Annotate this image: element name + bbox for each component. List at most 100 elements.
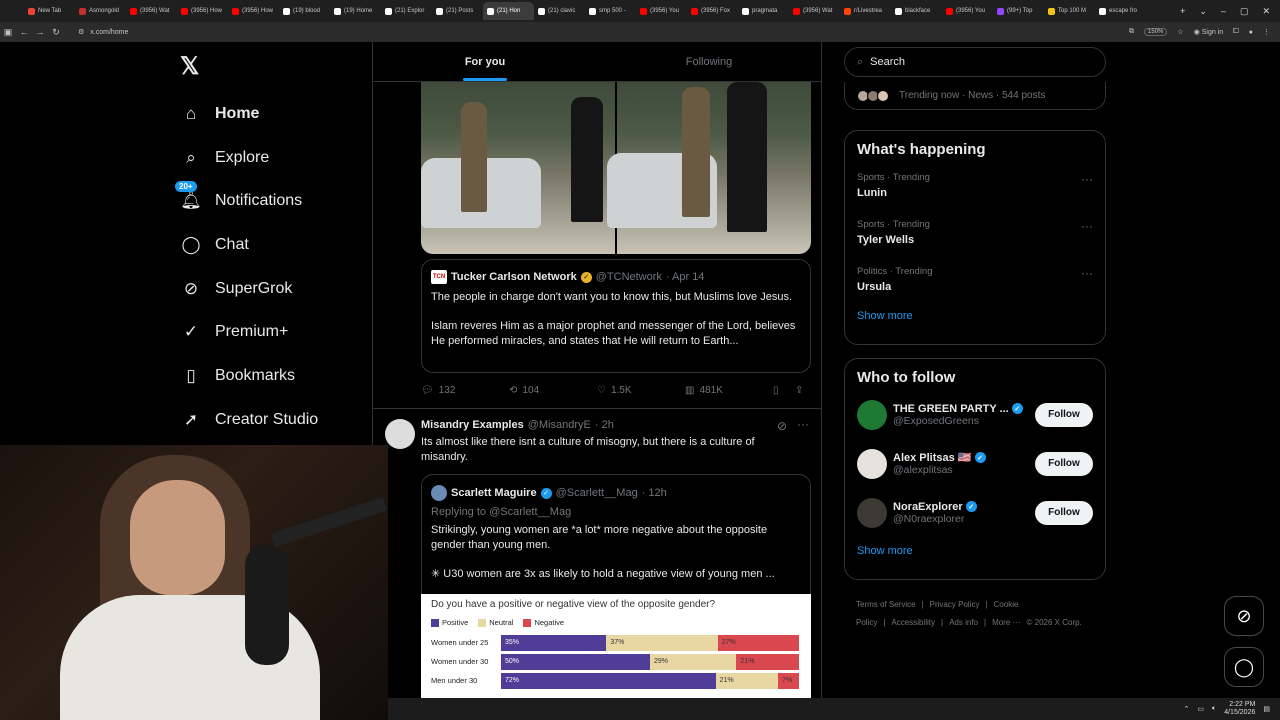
more-icon[interactable]: ··· — [797, 417, 809, 431]
trend-item[interactable]: Politics · Trending Ursula ··· — [845, 260, 1105, 307]
post-media[interactable] — [421, 82, 811, 254]
nav-item-creator-studio[interactable]: ➚ Creator Studio — [180, 398, 318, 442]
browser-tab[interactable]: (3956) Wat — [789, 2, 840, 20]
footer-link[interactable]: Ads info — [949, 618, 978, 627]
nav-item-premium[interactable]: ✓ Premium+ — [180, 310, 318, 354]
nav-item-bookmarks[interactable]: ▯ Bookmarks — [180, 354, 318, 398]
browser-tab[interactable]: (3956) Wat — [126, 2, 177, 20]
tab-for-you[interactable]: For you — [373, 42, 597, 81]
browser-tab[interactable]: Asmongold — [75, 2, 126, 20]
browser-tab[interactable]: (21) clavic — [534, 2, 585, 20]
follow-button[interactable]: Follow — [1035, 500, 1093, 525]
tab-following[interactable]: Following — [597, 42, 821, 81]
quoted-post[interactable]: Scarlett Maguire ✓ @Scarlett__Mag · 12h … — [421, 474, 811, 594]
browser-tab[interactable]: New Tab — [24, 2, 75, 20]
trending-now-card[interactable]: Trending now · News · 544 posts — [844, 82, 1106, 110]
more-icon[interactable]: ··· — [1081, 266, 1093, 280]
screenshot-icon[interactable]: ⧉ — [1129, 28, 1134, 36]
nav-item-supergrok[interactable]: ⊘ SuperGrok — [180, 267, 318, 311]
forward-icon[interactable]: → — [32, 27, 48, 37]
trend-item[interactable]: Sports · Trending Lunin ··· — [845, 166, 1105, 213]
quoted-post[interactable]: TCN Tucker Carlson Network ✓ @TCNetwork … — [421, 259, 811, 373]
reply-button[interactable]: 💬︎ 132 — [421, 385, 509, 396]
nav-item-chat[interactable]: ◯ Chat — [180, 223, 318, 267]
maximize-icon[interactable]: ▢ — [1240, 6, 1249, 17]
follow-suggestion[interactable]: NoraExplorer ✓ @N0raexplorer Follow — [845, 488, 1105, 537]
quote-author-name[interactable]: Scarlett Maguire — [451, 487, 537, 499]
nav-item-notifications[interactable]: 🔔︎ Notifications 20+ — [175, 179, 318, 223]
back-icon[interactable]: ← — [16, 27, 32, 37]
close-window-icon[interactable]: ✕ — [1262, 6, 1270, 17]
zoom-badge[interactable]: 150% — [1144, 28, 1168, 36]
grok-icon[interactable]: ⊘ — [777, 419, 787, 433]
share-icon[interactable]: ⇪ — [795, 385, 803, 396]
more-icon[interactable]: ··· — [1081, 219, 1093, 233]
new-tab-icon[interactable]: + — [1180, 6, 1185, 16]
footer-link[interactable]: © 2026 X Corp. — [1027, 618, 1082, 627]
nav-item-home[interactable]: ⌂ Home — [180, 92, 318, 136]
nav-item-explore[interactable]: ⌕ Explore — [180, 136, 318, 180]
sign-in-button[interactable]: ◉ Sign in — [1194, 28, 1223, 36]
avatar[interactable] — [857, 399, 887, 430]
post[interactable]: Misandry Examples @MisandryE · 2h ⊘ ··· … — [373, 408, 821, 463]
follow-suggestion[interactable]: Alex Plitsas 🇺🇸 ✓ @alexplitsas Follow — [845, 439, 1105, 488]
reload-icon[interactable]: ↻ — [48, 27, 64, 38]
footer-link[interactable]: Privacy Policy — [930, 600, 980, 609]
network-icon[interactable]: ▭ — [1197, 705, 1204, 713]
more-icon[interactable]: ··· — [1081, 172, 1093, 186]
volume-icon[interactable]: 🔈︎ — [1212, 705, 1216, 713]
avatar[interactable] — [857, 448, 887, 479]
url-text[interactable]: x.com/home — [90, 29, 128, 36]
quote-author-handle[interactable]: @Scarlett__Mag — [556, 487, 638, 499]
extensions-icon[interactable]: ⧠ — [1233, 28, 1239, 36]
browser-tab[interactable]: (21) Posts — [432, 2, 483, 20]
clock[interactable]: 2:22 PM 4/15/2026 — [1224, 701, 1255, 717]
notification-center-icon[interactable]: ▤ — [1263, 705, 1270, 713]
avatar[interactable] — [385, 419, 415, 449]
url-field[interactable]: ⚙ x.com/home — [78, 28, 1129, 37]
sidebar-toggle-icon[interactable]: ▣ — [0, 27, 16, 38]
browser-tab[interactable]: (3956) How — [177, 2, 228, 20]
views-button[interactable]: ▥ 481K — [685, 385, 773, 396]
repost-button[interactable]: ⟲ 104 — [509, 385, 597, 396]
bookmark-star-icon[interactable]: ☆ — [1177, 28, 1183, 36]
browser-tab[interactable]: (21) Explor — [381, 2, 432, 20]
footer-link[interactable]: Accessibility — [891, 618, 935, 627]
follow-suggestion[interactable]: THE GREEN PARTY ... ✓ @ExposedGreens Follow — [845, 390, 1105, 439]
profile-icon[interactable]: ● — [1249, 29, 1253, 36]
browser-tab[interactable]: (19) blood — [279, 2, 330, 20]
browser-tab[interactable]: (3956) You — [636, 2, 687, 20]
media-photo-right[interactable] — [607, 82, 811, 254]
browser-tab[interactable]: (21) Hon — [483, 2, 534, 20]
browser-tab[interactable]: (3956) You — [942, 2, 993, 20]
follow-button[interactable]: Follow — [1035, 451, 1093, 476]
messages-fab-button[interactable]: ◯ — [1224, 647, 1264, 687]
bookmark-button[interactable]: ▯ — [773, 385, 795, 396]
browser-tab[interactable]: r/Livestrea — [840, 2, 891, 20]
author-handle[interactable]: @MisandryE — [528, 419, 591, 431]
like-button[interactable]: ♡ 1.5K — [597, 385, 685, 396]
footer-link[interactable]: Terms of Service — [856, 600, 916, 609]
minimize-icon[interactable]: – — [1221, 6, 1226, 16]
show-more-link[interactable]: Show more — [845, 545, 1105, 557]
search-input[interactable]: ⌕ Search — [844, 47, 1106, 77]
avatar[interactable] — [857, 497, 887, 528]
browser-tab[interactable]: escape fro — [1095, 2, 1146, 20]
browser-tab[interactable]: Top 100 M — [1044, 2, 1095, 20]
tab-search-icon[interactable]: ⌄ — [1199, 6, 1207, 17]
author-name[interactable]: Misandry Examples — [421, 419, 524, 431]
quote-author-handle[interactable]: @TCNetwork — [596, 271, 662, 283]
footer-link[interactable]: More ··· — [992, 618, 1020, 627]
browser-tab[interactable]: (3956) How — [228, 2, 279, 20]
quote-author-name[interactable]: Tucker Carlson Network — [451, 271, 577, 283]
media-photo-left[interactable] — [421, 82, 615, 254]
follow-button[interactable]: Follow — [1035, 402, 1093, 427]
tray-chevron-icon[interactable]: ⌃ — [1184, 705, 1190, 713]
browser-tab[interactable]: smp 500 - — [585, 2, 636, 20]
browser-tab[interactable]: pragmata — [738, 2, 789, 20]
menu-icon[interactable]: ⋮ — [1263, 28, 1270, 36]
browser-tab[interactable]: blackface — [891, 2, 942, 20]
browser-tab[interactable]: (19) Home — [330, 2, 381, 20]
site-info-icon[interactable]: ⚙ — [78, 28, 84, 36]
trend-item[interactable]: Sports · Trending Tyler Wells ··· — [845, 213, 1105, 260]
